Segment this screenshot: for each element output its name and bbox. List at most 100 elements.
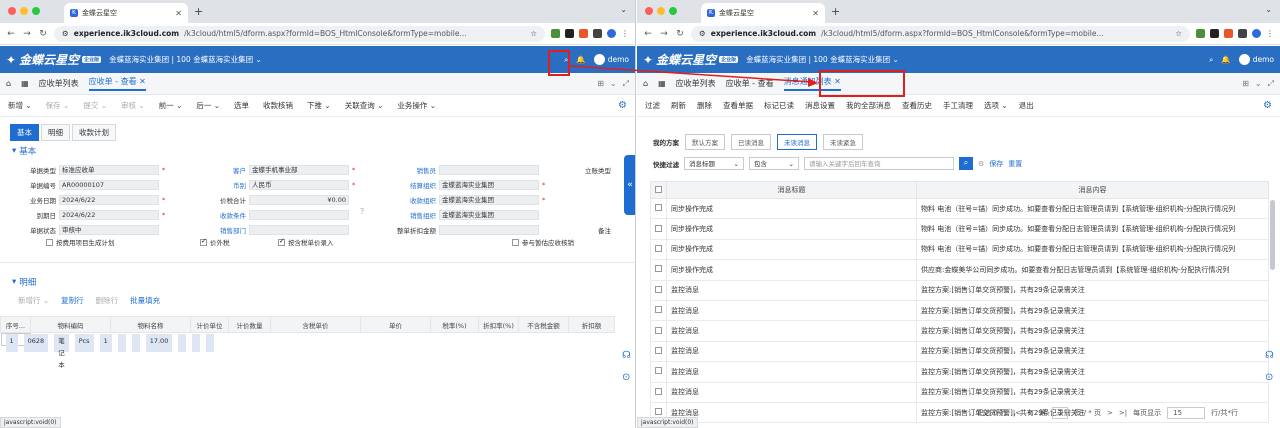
- toolbar-push[interactable]: 下推 ⌄: [307, 100, 331, 111]
- toolbar-writeoff[interactable]: 收款核销: [263, 100, 293, 111]
- table-row[interactable]: 监控消息 监控方案:[销售订单交货预警]，共有29条记录需关注: [650, 381, 1269, 403]
- scroll-down-icon[interactable]: ⊙: [1265, 372, 1273, 383]
- table-row[interactable]: 监控消息 监控方案:[销售订单交货预警]，共有29条记录需关注: [650, 340, 1269, 363]
- toolbar-msg-settings[interactable]: 消息设置: [805, 100, 835, 111]
- recv-cond-input[interactable]: [249, 210, 349, 220]
- row-checkbox-cell[interactable]: [650, 238, 667, 261]
- close-tab-icon[interactable]: ✕: [834, 77, 841, 86]
- forward-icon[interactable]: →: [22, 29, 32, 39]
- subtab-detail[interactable]: 明细: [41, 124, 70, 141]
- message-content-cell[interactable]: 物料 电池（驻号=锚）同步成功。如要查看分配日志管理员请到【系统管理-组织机构-…: [916, 238, 1269, 261]
- field-label[interactable]: 收款条件: [200, 210, 246, 220]
- row-checkbox[interactable]: [655, 204, 662, 212]
- row-checkbox-cell[interactable]: [650, 299, 667, 322]
- row-checkbox[interactable]: [655, 408, 662, 416]
- detail-col-header[interactable]: 单价: [360, 316, 431, 333]
- grid-menu-icon[interactable]: ▦: [21, 79, 29, 88]
- toolbar-view-doc[interactable]: 查看单据: [723, 100, 753, 111]
- grid-menu-icon[interactable]: ▦: [658, 79, 666, 88]
- field-label[interactable]: 销售部门: [200, 225, 246, 235]
- table-cell[interactable]: 17.00: [145, 334, 173, 352]
- table-cell[interactable]: [117, 334, 126, 352]
- collapse-icon[interactable]: ⌄: [1255, 79, 1262, 89]
- table-cell[interactable]: [131, 334, 140, 352]
- row-checkbox-cell[interactable]: [650, 197, 667, 220]
- toolbar-refresh[interactable]: 刷新: [671, 100, 686, 111]
- filter-settings-icon[interactable]: ⚙: [978, 160, 984, 168]
- scheme-read[interactable]: 已读消息: [731, 134, 771, 150]
- profile-icon[interactable]: [1252, 29, 1261, 38]
- user-menu[interactable]: demo: [1238, 54, 1274, 65]
- forward-icon[interactable]: →: [659, 29, 669, 39]
- field-label[interactable]: 销售组织: [390, 210, 436, 220]
- table-cell[interactable]: 0628: [23, 334, 49, 352]
- browser-tab[interactable]: K 金蝶云星空 ✕: [701, 3, 825, 23]
- row-checkbox[interactable]: [655, 306, 662, 314]
- toolbar-exit[interactable]: 退出: [1019, 100, 1034, 111]
- table-row[interactable]: 同步操作完成 物料 电池（驻号=锚）同步成功。如要查看分配日志管理员请到【系统管理…: [650, 218, 1269, 240]
- message-title-cell[interactable]: 监控消息: [666, 299, 917, 322]
- scroll-down-icon[interactable]: ⊙: [622, 372, 630, 383]
- delete-row-button[interactable]: 删除行: [96, 295, 119, 306]
- page-number-input[interactable]: 1: [1052, 407, 1069, 419]
- row-checkbox-cell[interactable]: [650, 340, 667, 363]
- toolbar-business[interactable]: 业务操作 ⌄: [397, 100, 436, 111]
- detail-col-header[interactable]: 序号...: [0, 316, 31, 333]
- doc-type-select[interactable]: 标准应收单: [59, 165, 159, 175]
- headset-icon[interactable]: ☊: [1265, 350, 1274, 361]
- table-cell[interactable]: [206, 334, 215, 352]
- message-title-cell[interactable]: 监控消息: [666, 361, 917, 383]
- browser-menu-icon[interactable]: ⋮: [621, 29, 629, 38]
- section-detail-header[interactable]: ▾ 明细: [12, 276, 36, 288]
- bookmark-star-icon[interactable]: ☆: [1175, 29, 1182, 38]
- extension-icon[interactable]: [565, 29, 574, 38]
- message-content-cell[interactable]: 监控方案:[销售订单交货预警]，共有29条记录需关注: [916, 361, 1269, 383]
- row-checkbox[interactable]: [655, 326, 662, 334]
- table-scrollbar[interactable]: [1270, 200, 1275, 270]
- message-title-cell[interactable]: 同步操作完成: [666, 218, 917, 240]
- new-tab-icon[interactable]: +: [831, 5, 840, 18]
- message-title-cell[interactable]: 监控消息: [666, 381, 917, 403]
- detail-col-header[interactable]: 折扣额: [568, 316, 615, 333]
- table-cell[interactable]: 1: [99, 334, 112, 352]
- detail-col-header[interactable]: 含税单价: [270, 316, 361, 333]
- row-checkbox[interactable]: [655, 387, 662, 395]
- fullscreen-icon[interactable]: ⤢: [623, 79, 629, 89]
- extension-icon[interactable]: [551, 29, 560, 38]
- detail-col-header[interactable]: 不含税金额: [518, 316, 569, 333]
- search-icon[interactable]: ⌕: [564, 55, 568, 65]
- recv-org-input[interactable]: 金蝶蓝海实业集团: [439, 195, 539, 205]
- back-icon[interactable]: ←: [643, 29, 653, 39]
- table-row[interactable]: 监控消息 监控方案:[销售订单交货预警]，共有29条记录需关注: [650, 299, 1269, 322]
- extension-icon[interactable]: [1210, 29, 1219, 38]
- close-tab-icon[interactable]: ✕: [175, 9, 182, 18]
- message-content-cell[interactable]: 监控方案:[销售订单交货预警]，共有29条记录需关注: [916, 340, 1269, 363]
- user-menu[interactable]: demo: [593, 54, 629, 65]
- field-label[interactable]: 收款组织: [390, 195, 436, 205]
- due-date-input[interactable]: 2024/6/22: [59, 210, 159, 220]
- message-title-cell[interactable]: 监控消息: [666, 320, 917, 342]
- collapse-icon[interactable]: ⌄: [610, 79, 617, 89]
- doc-status-select[interactable]: 审核中: [59, 225, 159, 235]
- minimize-window-button[interactable]: [657, 7, 665, 15]
- toolbar-audit[interactable]: 审核 ⌄: [121, 100, 145, 111]
- reload-icon[interactable]: ↻: [675, 29, 685, 39]
- message-content-cell[interactable]: 监控方案:[销售订单交货预警]，共有29条记录需关注: [916, 279, 1269, 301]
- message-content-cell[interactable]: 监控方案:[销售订单交货预警]，共有29条记录需关注: [916, 381, 1269, 403]
- field-label[interactable]: 客户: [200, 165, 246, 175]
- tab-ar-list[interactable]: 应收单列表: [39, 78, 79, 89]
- detail-col-header[interactable]: 计价数量: [228, 316, 271, 333]
- message-title-cell[interactable]: 监控消息: [666, 401, 917, 424]
- close-window-button[interactable]: [645, 7, 653, 15]
- col-header-content[interactable]: 消息内容: [916, 181, 1269, 199]
- toolbar-manual-clean[interactable]: 手工清理: [943, 100, 973, 111]
- side-panel-toggle[interactable]: «: [624, 155, 635, 215]
- message-title-cell[interactable]: 同步操作完成: [666, 238, 917, 261]
- toolbar-next[interactable]: 后一 ⌄: [196, 100, 220, 111]
- fullscreen-icon[interactable]: ⤢: [1268, 79, 1274, 89]
- add-row-button[interactable]: 新增行 ⌄: [18, 295, 49, 306]
- close-tab-icon[interactable]: ✕: [139, 77, 146, 86]
- scheme-unread-urgent[interactable]: 未读紧急: [823, 134, 863, 150]
- message-title-cell[interactable]: 同步操作完成: [666, 197, 917, 220]
- first-page-icon[interactable]: |<: [1013, 409, 1021, 417]
